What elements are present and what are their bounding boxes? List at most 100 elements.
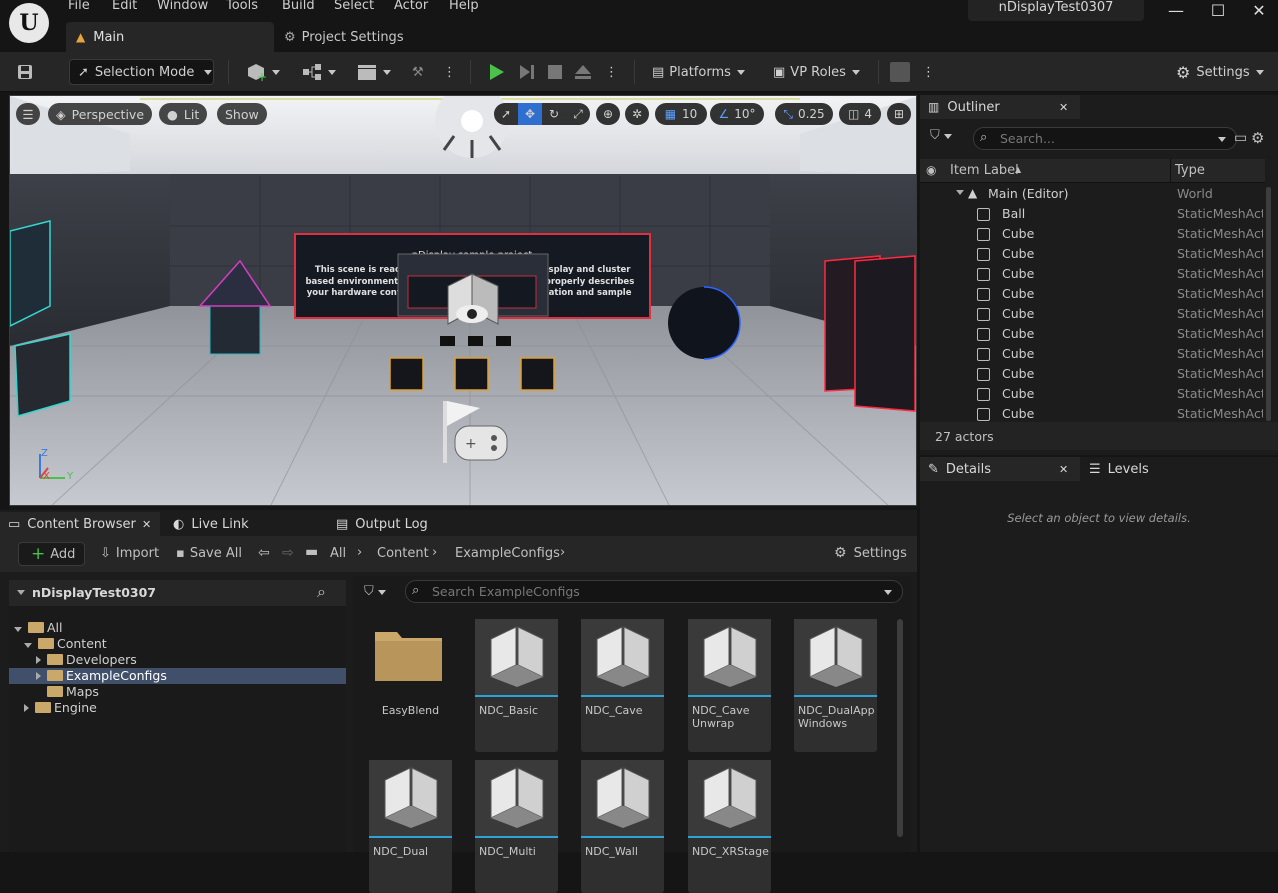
outliner-row[interactable]: Cube StaticMeshActor xyxy=(920,304,1265,324)
breadcrumb-chevron-icon[interactable]: › xyxy=(560,545,565,560)
add-actor-icon[interactable]: + xyxy=(246,59,280,85)
add-folder-icon[interactable]: ▭ xyxy=(1234,130,1247,146)
menu-window[interactable]: Window xyxy=(157,0,208,14)
selection-mode-dropdown[interactable]: ➚ Selection Mode xyxy=(69,59,214,85)
outliner-row[interactable]: Cube StaticMeshActor xyxy=(920,384,1265,404)
perspective-button[interactable]: ◈ Perspective xyxy=(48,103,153,125)
surface-snap-icon[interactable]: ✲ xyxy=(625,103,649,125)
build-icon[interactable]: ⚒ xyxy=(412,59,424,85)
history-forward-icon[interactable]: ⇨ xyxy=(282,545,294,561)
tree-item-maps[interactable]: Maps xyxy=(47,684,99,700)
scale-tool-icon[interactable]: ⤢ xyxy=(566,103,590,125)
menu-tools[interactable]: Tools xyxy=(226,0,258,14)
column-item-label[interactable]: Item Label xyxy=(950,163,1019,178)
grid-snap-toggle[interactable]: ▦ 10 xyxy=(655,103,707,125)
asset-tile[interactable]: EasyBlend xyxy=(369,619,452,752)
asset-scrollbar[interactable] xyxy=(897,619,903,837)
outliner-row[interactable]: Cube StaticMeshActor xyxy=(920,364,1265,384)
outliner-row[interactable]: Cube StaticMeshActor xyxy=(920,244,1265,264)
asset-tile[interactable]: NDC_Wall xyxy=(581,760,664,893)
tree-item-exampleconfigs[interactable]: ExampleConfigs xyxy=(9,668,346,684)
breadcrumb-exampleconfigs[interactable]: ExampleConfigs xyxy=(455,546,560,561)
outliner-row[interactable]: Cube StaticMeshActor xyxy=(920,284,1265,304)
outliner-row[interactable]: Cube StaticMeshActor xyxy=(920,224,1265,244)
import-button[interactable]: ⇩ Import xyxy=(100,546,159,561)
tab-output-log[interactable]: ▤ Output Log xyxy=(330,512,490,536)
menu-select[interactable]: Select xyxy=(334,0,374,14)
outliner-row[interactable]: Cube StaticMeshActor xyxy=(920,404,1265,424)
menu-build[interactable]: Build xyxy=(282,0,315,14)
menu-edit[interactable]: Edit xyxy=(112,0,137,14)
folder-icon[interactable]: ▬ xyxy=(305,544,318,560)
outliner-scrollbar[interactable] xyxy=(1266,187,1271,421)
world-space-icon[interactable]: ⊕ xyxy=(596,103,620,125)
tab-live-link[interactable]: ◐ Live Link xyxy=(165,512,325,536)
menu-actor[interactable]: Actor xyxy=(394,0,428,14)
close-icon[interactable]: ✕ xyxy=(1059,463,1068,476)
advance-frame-icon[interactable] xyxy=(517,59,537,85)
tree-item-engine[interactable]: Engine xyxy=(24,700,97,716)
close-icon[interactable]: ✕ xyxy=(1059,101,1068,114)
lit-button[interactable]: ● Lit xyxy=(159,103,208,125)
eject-icon[interactable] xyxy=(573,59,593,85)
minimize-icon[interactable]: — xyxy=(1167,2,1185,20)
cinematics-icon[interactable] xyxy=(357,59,391,85)
asset-tile[interactable]: NDC_Cave Unwrap xyxy=(688,619,771,752)
filter-icon[interactable]: ⛉ xyxy=(364,584,386,599)
scale-snap-toggle[interactable]: ⤡ 0.25 xyxy=(775,103,833,125)
breadcrumb-content[interactable]: Content xyxy=(377,546,429,561)
breadcrumb-chevron-icon[interactable]: › xyxy=(357,545,362,560)
tree-item-all[interactable]: All xyxy=(14,620,63,636)
filter-icon[interactable]: ⛉ xyxy=(930,128,952,143)
select-tool-icon[interactable]: ➚ xyxy=(494,103,518,125)
translate-tool-icon[interactable]: ✥ xyxy=(518,103,542,125)
outliner-row[interactable]: Cube StaticMeshActor xyxy=(920,324,1265,344)
tree-item-content[interactable]: Content xyxy=(24,636,107,652)
rotation-snap-toggle[interactable]: ∠ 10° xyxy=(710,103,764,125)
tab-levels[interactable]: ☰ Levels xyxy=(1081,457,1278,481)
outliner-root-row[interactable]: ▲ Main (Editor) World xyxy=(920,184,1265,204)
maximize-icon[interactable]: ☐ xyxy=(1209,2,1227,20)
close-icon[interactable]: ✕ xyxy=(1250,2,1268,20)
vp-roles-dropdown[interactable]: ▣ VP Roles xyxy=(773,59,860,85)
search-icon[interactable]: ⌕ xyxy=(317,582,326,602)
settings-button[interactable]: ⚙ Settings xyxy=(1176,59,1264,85)
save-all-button[interactable]: ▪ Save All xyxy=(176,546,242,561)
close-icon[interactable]: ✕ xyxy=(142,518,151,531)
history-back-icon[interactable]: ⇦ xyxy=(258,545,270,561)
more-options-icon[interactable]: ⋮ xyxy=(443,59,456,85)
asset-tile[interactable]: NDC_Basic xyxy=(475,619,558,752)
outliner-row[interactable]: Cube StaticMeshActor xyxy=(920,264,1265,284)
menu-help[interactable]: Help xyxy=(449,0,479,14)
column-type[interactable]: Type xyxy=(1175,163,1205,178)
asset-tile[interactable]: NDC_Multi xyxy=(475,760,558,893)
blueprint-icon[interactable] xyxy=(302,59,336,85)
tab-project-settings[interactable]: ⚙ Project Settings xyxy=(284,22,404,52)
user-avatar-icon[interactable] xyxy=(890,59,910,85)
breadcrumb-chevron-icon[interactable]: › xyxy=(432,545,437,560)
gear-icon[interactable]: ⚙ xyxy=(1251,129,1264,147)
save-icon[interactable] xyxy=(16,59,38,85)
menu-file[interactable]: File xyxy=(68,0,90,14)
play-options-icon[interactable]: ⋮ xyxy=(605,59,618,85)
asset-tile[interactable]: NDC_DualApp Windows xyxy=(794,619,877,752)
camera-speed-button[interactable]: ◫ 4 xyxy=(839,103,881,125)
visibility-icon[interactable]: ◉ xyxy=(926,163,936,177)
viewport-layout-icon[interactable]: ⊞ xyxy=(887,103,911,125)
stop-icon[interactable] xyxy=(546,59,564,85)
add-button[interactable]: + Add xyxy=(18,542,85,566)
asset-tile[interactable]: NDC_Cave xyxy=(581,619,664,752)
tree-item-developers[interactable]: Developers xyxy=(36,652,137,668)
asset-tile[interactable]: NDC_XRStage xyxy=(688,760,771,893)
outliner-row[interactable]: Cube StaticMeshActor xyxy=(920,344,1265,364)
unreal-logo-icon[interactable]: U xyxy=(9,3,49,43)
cb-settings-button[interactable]: ⚙ Settings xyxy=(834,545,907,561)
tab-outliner[interactable]: ▥ Outliner ✕ xyxy=(920,95,1080,119)
level-viewport[interactable]: nDisplay sample project This scene is re… xyxy=(9,95,917,506)
viewport-menu-icon[interactable]: ☰ xyxy=(16,103,40,125)
breadcrumb-all[interactable]: All xyxy=(330,546,346,561)
tab-details[interactable]: ✎ Details ✕ xyxy=(920,457,1080,481)
asset-search-input[interactable]: ⌕ Search ExampleConfigs xyxy=(405,580,903,603)
rotate-tool-icon[interactable]: ↻ xyxy=(542,103,566,125)
platforms-dropdown[interactable]: ▤ Platforms xyxy=(652,59,745,85)
